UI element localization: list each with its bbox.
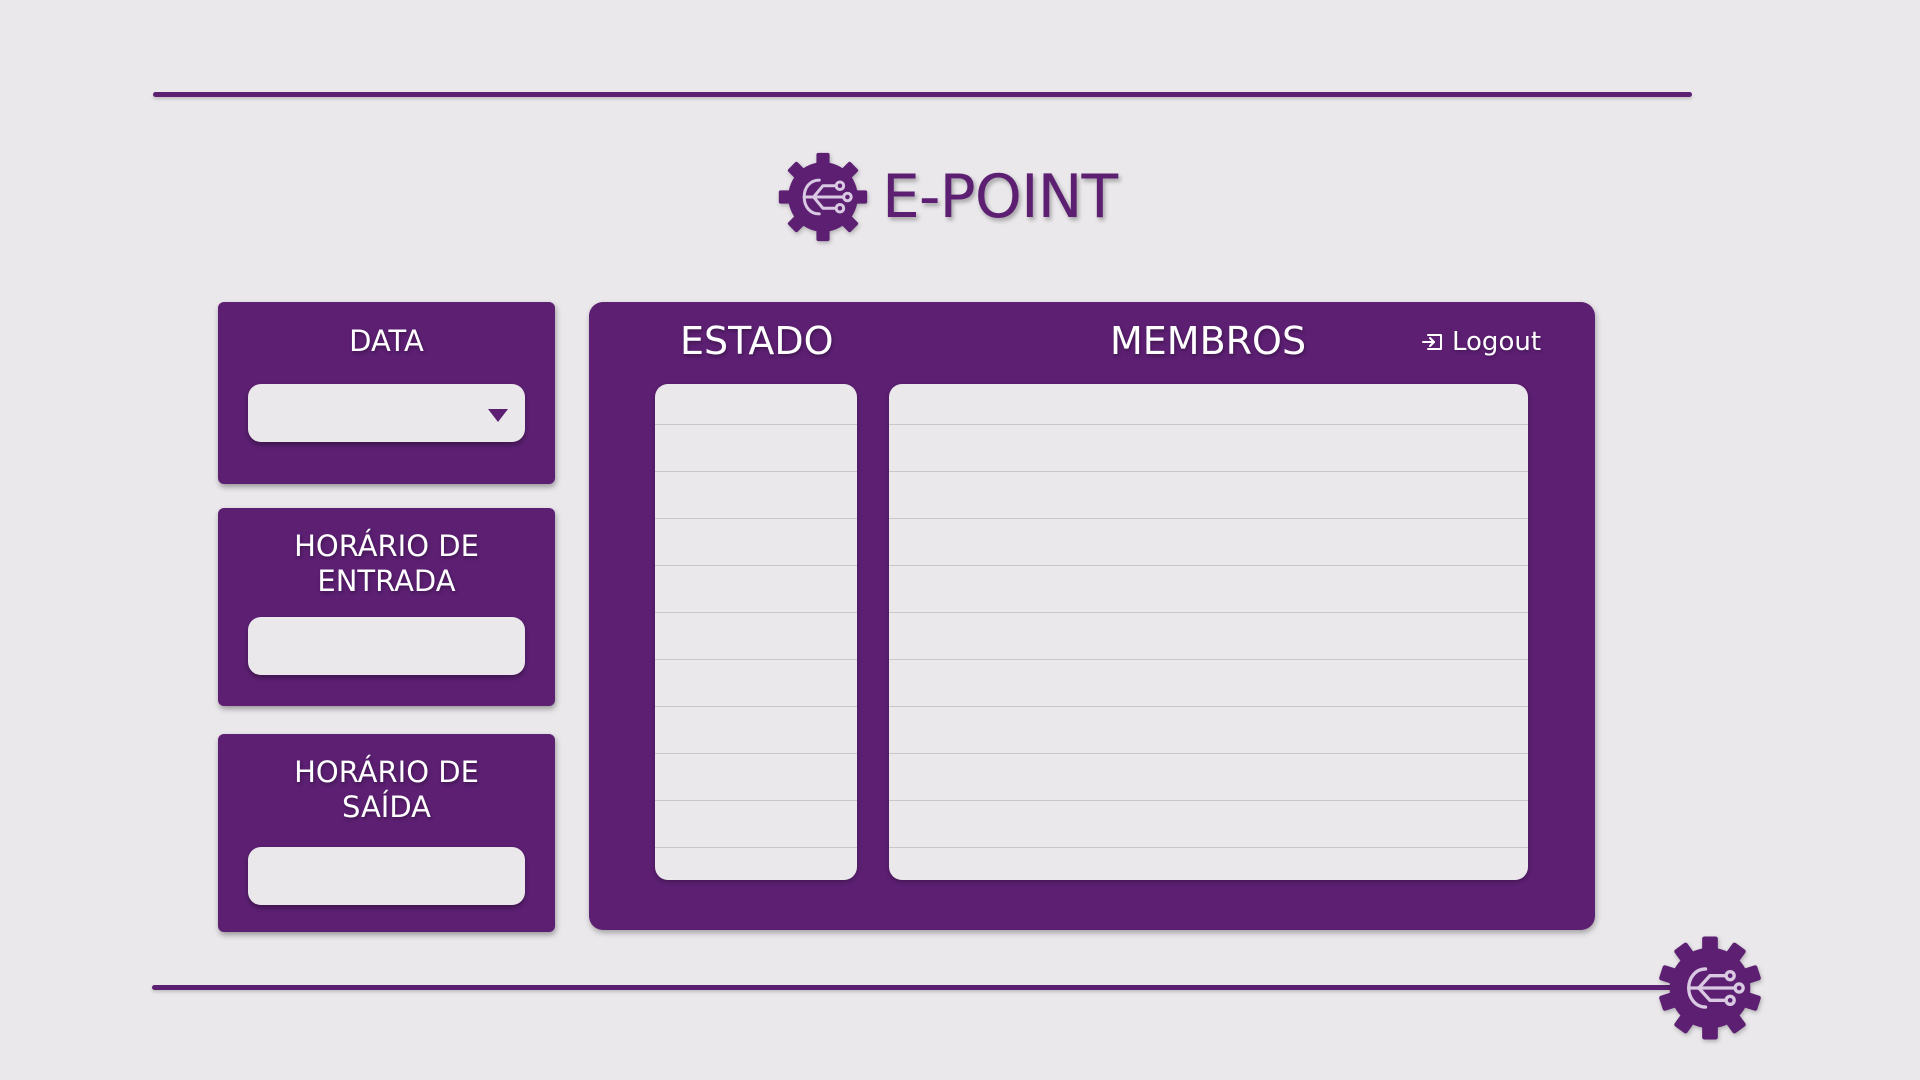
top-divider <box>153 92 1692 97</box>
estado-header: ESTADO <box>680 319 834 363</box>
row-divider <box>655 659 857 660</box>
row-divider <box>655 565 857 566</box>
row-divider <box>655 847 857 848</box>
logout-icon <box>1422 334 1442 350</box>
logout-label: Logout <box>1452 327 1542 357</box>
bottom-divider <box>152 985 1682 990</box>
membros-row[interactable] <box>889 854 1528 880</box>
exit-time-label: HORÁRIO DE SAÍDA <box>218 755 555 825</box>
date-select[interactable] <box>248 384 525 442</box>
row-divider <box>655 800 857 801</box>
date-card: DATA <box>218 302 555 484</box>
membros-header: MEMBROS <box>1110 319 1307 363</box>
entry-time-card: HORÁRIO DE ENTRADA <box>218 508 555 706</box>
row-divider <box>889 847 1528 848</box>
exit-time-card: HORÁRIO DE SAÍDA <box>218 734 555 932</box>
exit-time-label-text: HORÁRIO DE SAÍDA <box>294 755 479 824</box>
entry-time-field[interactable] <box>248 617 525 675</box>
entry-time-label-text: HORÁRIO DE ENTRADA <box>294 529 479 598</box>
row-divider <box>655 706 857 707</box>
row-divider <box>655 424 857 425</box>
membros-list[interactable] <box>889 384 1528 880</box>
members-panel: ESTADO MEMBROS Logout <box>589 302 1595 930</box>
row-divider <box>655 753 857 754</box>
row-divider <box>889 518 1528 519</box>
estado-row[interactable] <box>655 854 857 880</box>
row-divider <box>889 706 1528 707</box>
row-divider <box>655 471 857 472</box>
entry-time-label: HORÁRIO DE ENTRADA <box>218 529 555 599</box>
date-label: DATA <box>349 324 424 358</box>
brand-header: E-POINT <box>776 150 1118 244</box>
gear-circuit-icon <box>1659 936 1761 1040</box>
gear-circuit-icon <box>778 152 868 242</box>
estado-list[interactable] <box>655 384 857 880</box>
row-divider <box>889 565 1528 566</box>
row-divider <box>889 612 1528 613</box>
logout-button[interactable]: Logout <box>1421 326 1541 358</box>
chevron-down-icon[interactable] <box>488 409 508 422</box>
row-divider <box>889 659 1528 660</box>
row-divider <box>889 471 1528 472</box>
row-divider <box>889 753 1528 754</box>
row-divider <box>889 800 1528 801</box>
row-divider <box>655 518 857 519</box>
row-divider <box>889 424 1528 425</box>
exit-time-field[interactable] <box>248 847 525 905</box>
row-divider <box>655 612 857 613</box>
app-title: E-POINT <box>882 162 1118 232</box>
